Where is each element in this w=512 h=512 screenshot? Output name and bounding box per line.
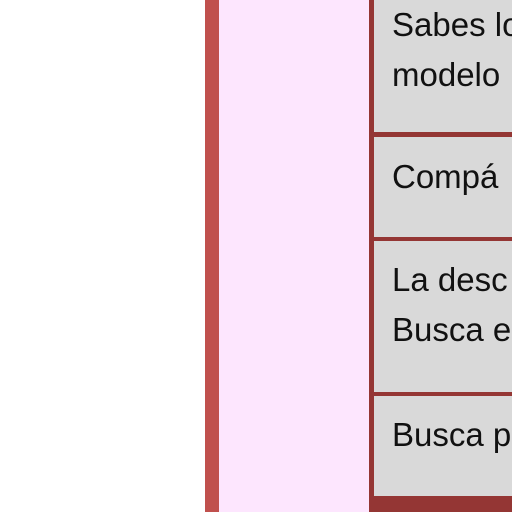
table-cell: Busca p bbox=[374, 396, 512, 496]
cell-text-line: La desc bbox=[392, 261, 508, 298]
document-page: Sabes lo modelo Compá La desc Busca e Bu… bbox=[0, 0, 512, 512]
pink-column bbox=[219, 0, 369, 512]
cell-text-line: Busca e bbox=[392, 311, 512, 348]
table-cell: Sabes lo modelo bbox=[374, 0, 512, 132]
cell-text-line: Compá bbox=[392, 158, 499, 195]
left-border-bar bbox=[205, 0, 219, 512]
table-cell: La desc Busca e bbox=[374, 241, 512, 392]
cell-text-line: Sabes lo bbox=[392, 6, 512, 43]
table-bottom-band bbox=[369, 496, 512, 512]
cell-text-line: modelo bbox=[392, 56, 501, 93]
table-column: Sabes lo modelo Compá La desc Busca e Bu… bbox=[369, 0, 512, 512]
table-cell: Compá bbox=[374, 137, 512, 237]
cell-text-line: Busca p bbox=[392, 416, 512, 453]
